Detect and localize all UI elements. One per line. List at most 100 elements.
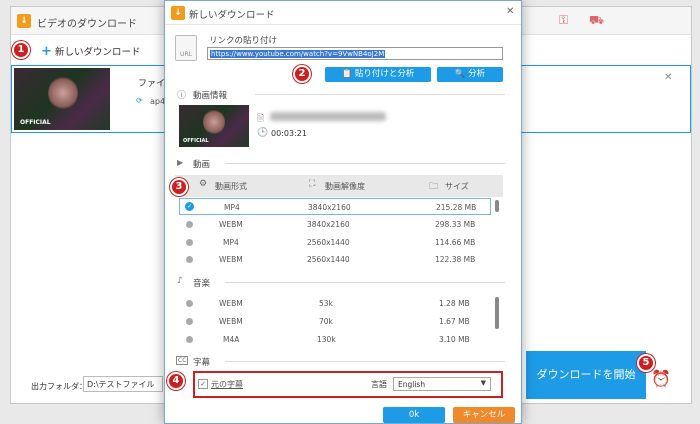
ok-button[interactable]: 0k <box>383 407 445 423</box>
video-row-format: MP4 <box>224 203 240 212</box>
analyze-label: 分析 <box>468 69 486 79</box>
audio-row[interactable]: M4A 130k 3.10 MB <box>179 331 491 348</box>
audio-row-format: WEBM <box>219 299 243 308</box>
radio-dot-icon <box>186 256 193 263</box>
video-row[interactable]: WEBM 2560x1440 122.38 MB <box>179 251 491 268</box>
video-row-size: 298.33 MB <box>435 220 476 229</box>
video-row-size: 122.38 MB <box>435 255 476 264</box>
video-title-blurred <box>270 112 386 121</box>
video-section-label: 動画 <box>193 160 211 170</box>
video-row-format: WEBM <box>219 255 243 264</box>
clock-icon: 🕒 <box>257 128 269 138</box>
task-format: ap4 <box>150 97 166 106</box>
radio-dot-icon <box>186 300 193 307</box>
radio-dot-icon <box>186 318 193 325</box>
key-icon[interactable]: ⚿ <box>559 13 568 28</box>
resolution-column-header: 動画解像度 <box>325 182 365 191</box>
url-file-icon: URL <box>175 35 197 61</box>
alarm-clock-icon[interactable]: ⏰ <box>651 369 671 388</box>
audio-row-size: 1.28 MB <box>439 299 470 308</box>
url-input-value: https://www.youtube.com/watch?v=9VwNB4oJ… <box>210 50 386 58</box>
new-download-button[interactable]: + 新しいダウンロード <box>41 44 140 59</box>
step-marker-4: 4 <box>167 372 185 390</box>
language-select[interactable]: English ▼ <box>393 377 491 391</box>
audio-row-bitrate: 70k <box>319 317 333 326</box>
video-row-size: 215.28 MB <box>436 203 477 212</box>
audio-row-format: M4A <box>223 335 240 344</box>
video-scrollbar[interactable] <box>495 200 499 212</box>
step-marker-2: 2 <box>293 65 311 83</box>
paste-and-analyze-button[interactable]: 📋 貼り付けと分析 <box>325 67 431 82</box>
original-subtitle-label: 元の字幕 <box>211 380 243 389</box>
audio-row-size: 3.10 MB <box>439 335 470 344</box>
thumbnail-tag: OFFICIAL <box>20 119 51 126</box>
divider <box>255 94 505 95</box>
video-row-resolution: 3840x2160 <box>307 220 350 229</box>
cancel-button[interactable]: キャンセル <box>453 407 515 423</box>
dialog-close-icon[interactable]: ✕ <box>506 6 514 17</box>
output-folder-field[interactable]: D:\テストファイル <box>83 376 163 392</box>
radio-dot-icon <box>186 221 193 228</box>
divider <box>225 163 505 164</box>
plus-icon: + <box>41 44 52 59</box>
video-row-resolution: 2560x1440 <box>307 255 350 264</box>
app-logo-icon: ↓ <box>17 14 31 28</box>
video-row[interactable]: MP4 2560x1440 114.66 MB <box>179 234 491 251</box>
dialog-title: 新しいダウンロード <box>189 10 275 21</box>
task-file-label: ファイ <box>138 79 166 89</box>
video-row[interactable]: ✓ MP4 3840x2160 215.28 MB <box>179 198 491 215</box>
dialog-title-bar: ↓ 新しいダウンロード ✕ <box>165 1 521 25</box>
audio-section-label: 音楽 <box>193 279 211 289</box>
window-title: ビデオのダウンロード <box>37 19 137 30</box>
start-download-button[interactable]: ダウンロードを開始 <box>526 351 646 399</box>
size-column-icon: 🗀 <box>429 182 439 192</box>
cart-icon[interactable]: ⛟ <box>589 13 604 29</box>
divider <box>225 282 505 283</box>
video-section-icon: ▶ <box>177 158 184 167</box>
document-icon: 🗎 <box>257 114 265 124</box>
subtitle-section-label: 字幕 <box>193 358 211 368</box>
format-icon: ⟳ <box>136 96 143 105</box>
audio-row[interactable]: WEBM 70k 1.67 MB <box>179 313 491 330</box>
search-icon: 🔍 <box>454 69 466 79</box>
subtitle-options-highlight: ✓ 元の字幕 言語 English ▼ <box>193 371 503 398</box>
url-input[interactable]: https://www.youtube.com/watch?v=9VwNB4oJ… <box>207 47 503 60</box>
chevron-down-icon: ▼ <box>480 379 486 387</box>
audio-row[interactable]: WEBM 53k 1.28 MB <box>179 295 491 312</box>
paste-icon: 📋 <box>341 69 353 79</box>
audio-row-bitrate: 130k <box>317 335 336 344</box>
video-row-format: MP4 <box>223 238 239 247</box>
dialog-logo-icon: ↓ <box>171 6 185 20</box>
resolution-column-icon: ⛶ <box>309 179 316 189</box>
audio-scrollbar[interactable] <box>495 297 499 329</box>
radio-dot-icon <box>186 336 193 343</box>
analyze-button[interactable]: 🔍 分析 <box>437 67 503 82</box>
language-select-value: English <box>398 380 426 389</box>
audio-row-format: WEBM <box>219 317 243 326</box>
cc-icon: CC <box>176 356 189 365</box>
subtitle-checkbox[interactable]: ✓ <box>198 379 208 389</box>
video-row-format: WEBM <box>219 220 243 229</box>
language-label: 言語 <box>371 380 387 389</box>
audio-row-size: 1.67 MB <box>439 317 470 326</box>
step-marker-3: 3 <box>170 178 188 196</box>
paste-and-analyze-label: 貼り付けと分析 <box>354 69 415 79</box>
selected-check-icon: ✓ <box>185 202 194 211</box>
paste-link-label: リンクの貼り付け <box>209 36 278 46</box>
music-icon: ♪ <box>177 276 183 286</box>
step-marker-5: 5 <box>637 354 655 372</box>
video-thumbnail: OFFICIAL <box>179 105 249 147</box>
output-folder-label: 出力フォルダ： <box>31 382 87 391</box>
video-table-header: ⚙ 動画形式 ⛶ 動画解像度 🗀 サイズ <box>175 175 503 197</box>
format-column-icon: ⚙ <box>199 179 208 189</box>
video-row-resolution: 2560x1440 <box>307 238 350 247</box>
radio-dot-icon <box>186 239 193 246</box>
size-column-header: サイズ <box>445 182 469 191</box>
task-thumbnail: OFFICIAL <box>14 68 110 130</box>
video-duration: 00:03:21 <box>271 129 307 138</box>
new-download-dialog: ↓ 新しいダウンロード ✕ URL リンクの貼り付け https://www.y… <box>164 0 522 424</box>
info-icon: ⓘ <box>177 91 187 101</box>
video-info-label: 動画情報 <box>193 91 228 101</box>
video-row[interactable]: WEBM 3840x2160 298.33 MB <box>179 216 491 233</box>
close-task-icon[interactable]: ✕ <box>664 72 672 83</box>
